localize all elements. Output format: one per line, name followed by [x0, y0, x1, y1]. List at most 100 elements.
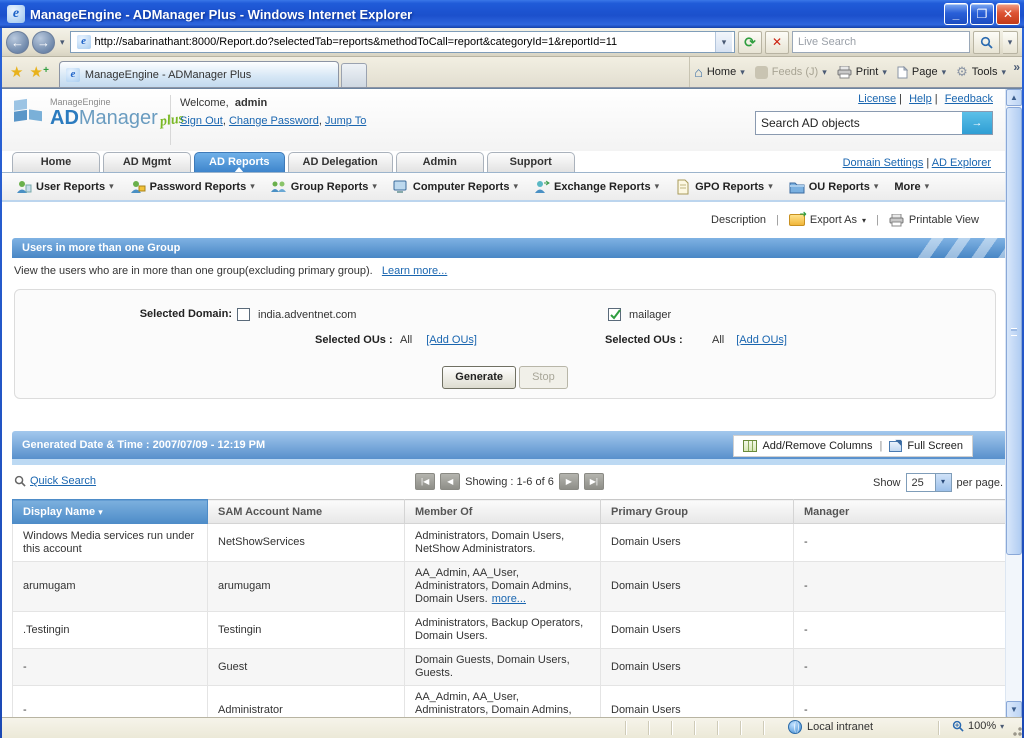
tab-support[interactable]: Support — [486, 152, 575, 172]
refresh-button[interactable]: ⟳ — [738, 30, 762, 54]
zoom-dropdown-icon[interactable]: ▾ — [1000, 722, 1004, 731]
recent-pages-dropdown-icon[interactable]: ▾ — [58, 37, 67, 48]
feeds-button[interactable]: Feeds (J) ▾ — [751, 60, 831, 84]
tab-admin[interactable]: Admin — [395, 152, 484, 172]
column-header-sam-account-name[interactable]: SAM Account Name — [207, 499, 405, 524]
license-link[interactable]: License — [858, 93, 896, 105]
ad-search-input[interactable] — [756, 112, 962, 134]
tab-ad-delegation[interactable]: AD Delegation — [287, 152, 393, 172]
full-screen-button[interactable]: Full Screen — [889, 438, 963, 452]
favorites-star-icon[interactable]: ★ — [0, 63, 27, 87]
live-search-input[interactable] — [798, 36, 964, 48]
search-go-button[interactable]: → — [962, 112, 992, 134]
sort-desc-icon: ▾ — [98, 506, 103, 517]
menu-password-reports[interactable]: Password Reports ▾ — [130, 179, 255, 195]
decorative-stripes — [917, 238, 1007, 258]
zoom-control[interactable]: 100% ▾ — [952, 720, 1004, 732]
select-dropdown-icon[interactable]: ▾ — [934, 474, 951, 491]
report-title-bar: Users in more than one Group — [12, 238, 1007, 258]
menu-exchange-reports[interactable]: Exchange Reports ▾ — [534, 179, 659, 195]
home-button[interactable]: ⌂ Home ▾ — [690, 60, 748, 84]
selected-domain-label: Selected Domain: — [139, 308, 232, 320]
chevron-down-icon[interactable]: ▾ — [740, 67, 745, 78]
search-options-dropdown-icon[interactable]: ▾ — [1003, 30, 1018, 54]
add-ous-link[interactable]: [Add OUs] — [736, 334, 787, 346]
chevron-down-icon[interactable]: ▾ — [882, 67, 887, 78]
cell-sam-account: Administrator — [207, 685, 405, 717]
sign-out-link[interactable]: Sign Out — [180, 115, 223, 127]
pager-last-button[interactable]: ▶| — [583, 473, 604, 490]
vertical-scrollbar[interactable]: ▲ ▼ — [1005, 89, 1022, 717]
column-header-primary-group[interactable]: Primary Group — [600, 499, 794, 524]
tab-ad-mgmt[interactable]: AD Mgmt — [103, 152, 191, 172]
tab-home[interactable]: Home — [12, 152, 100, 172]
pager-prev-button[interactable]: ◀ — [440, 473, 461, 490]
feedback-link[interactable]: Feedback — [945, 93, 993, 105]
welcome-block: Welcome, admin Sign Out, Change Password… — [180, 97, 367, 127]
help-link[interactable]: Help — [909, 93, 932, 105]
per-page-select[interactable]: 25 ▾ — [905, 473, 952, 492]
menu-gpo-reports[interactable]: GPO Reports ▾ — [675, 179, 773, 195]
generate-button[interactable]: Generate — [442, 366, 516, 389]
add-ous-link[interactable]: [Add OUs] — [426, 334, 477, 346]
menu-ou-reports[interactable]: OU Reports ▾ — [789, 179, 878, 195]
column-header-member-of[interactable]: Member Of — [404, 499, 601, 524]
logo-cubes-icon — [14, 98, 42, 122]
scrollbar-down-button[interactable]: ▼ — [1006, 701, 1022, 717]
stop-button[interactable]: ✕ — [765, 30, 789, 54]
tools-button[interactable]: ⚙ Tools ▾ — [952, 60, 1010, 84]
scrollbar-thumb[interactable] — [1006, 107, 1022, 555]
menu-more[interactable]: More ▾ — [894, 181, 929, 193]
cell-manager: - — [793, 561, 1008, 612]
chevron-down-icon: ▾ — [513, 181, 518, 191]
pager-next-button[interactable]: ▶ — [558, 473, 579, 490]
ad-search-box[interactable]: → — [755, 111, 993, 135]
add-remove-columns-button[interactable]: Add/Remove Columns — [743, 440, 873, 452]
domain-checkbox-india[interactable] — [237, 308, 250, 321]
browser-tab[interactable]: e ManageEngine - ADManager Plus — [58, 61, 339, 87]
search-magnifier-button[interactable] — [973, 30, 1000, 54]
url-input[interactable] — [94, 36, 715, 48]
learn-more-link[interactable]: Learn more... — [382, 265, 447, 277]
zone-label: Local intranet — [807, 721, 874, 733]
restore-button[interactable]: ❐ — [970, 3, 994, 25]
toolbar-overflow-icon[interactable]: » — [1013, 60, 1020, 74]
column-header-display-name[interactable]: Display Name ▾ — [12, 499, 208, 524]
pager-first-button[interactable]: |◀ — [415, 473, 436, 490]
back-button[interactable]: ← — [6, 30, 29, 54]
print-button[interactable]: Print ▾ — [833, 60, 891, 84]
chevron-down-icon[interactable]: ▾ — [942, 67, 947, 78]
jump-to-link[interactable]: Jump To — [325, 115, 366, 127]
menu-computer-reports[interactable]: Computer Reports ▾ — [393, 179, 518, 195]
cell-sam-account: NetShowServices — [207, 523, 405, 562]
minimize-button[interactable]: _ — [944, 3, 968, 25]
page-viewport: ManageEngine ADManagerplus Welcome, admi… — [0, 88, 1024, 717]
close-button[interactable]: ✕ — [996, 3, 1020, 25]
export-as-button[interactable]: Export As▾ — [788, 209, 866, 226]
address-field[interactable]: e ▾ — [69, 31, 735, 53]
cell-primary-group: Domain Users — [600, 561, 794, 612]
tab-ad-reports[interactable]: AD Reports — [194, 152, 285, 173]
scrollbar-up-button[interactable]: ▲ — [1006, 89, 1022, 106]
domain-checkbox-mailager[interactable] — [608, 308, 621, 321]
menu-user-reports[interactable]: User Reports ▾ — [16, 179, 114, 195]
live-search-box[interactable] — [792, 31, 970, 53]
tab-favicon-icon: e — [65, 67, 80, 82]
more-link[interactable]: more... — [492, 593, 526, 605]
add-favorite-icon[interactable]: ★ + — [27, 63, 52, 87]
address-dropdown-icon[interactable]: ▾ — [715, 32, 732, 52]
change-password-link[interactable]: Change Password — [229, 115, 319, 127]
add-remove-columns-icon — [743, 440, 758, 452]
ad-explorer-link[interactable]: AD Explorer — [932, 157, 991, 169]
new-tab-button[interactable] — [340, 63, 367, 87]
chevron-down-icon[interactable]: ▾ — [1001, 67, 1006, 78]
menu-group-reports[interactable]: Group Reports ▾ — [270, 179, 377, 195]
description-link[interactable]: Description — [711, 214, 766, 226]
chevron-down-icon: ▾ — [109, 181, 114, 191]
printable-view-button[interactable]: Printable View — [889, 213, 979, 227]
domain-settings-link[interactable]: Domain Settings — [843, 157, 924, 169]
gpo-reports-icon — [677, 179, 689, 194]
page-button[interactable]: Page ▾ — [893, 60, 950, 84]
column-header-manager[interactable]: Manager — [793, 499, 1008, 524]
forward-button[interactable]: → — [32, 30, 55, 54]
